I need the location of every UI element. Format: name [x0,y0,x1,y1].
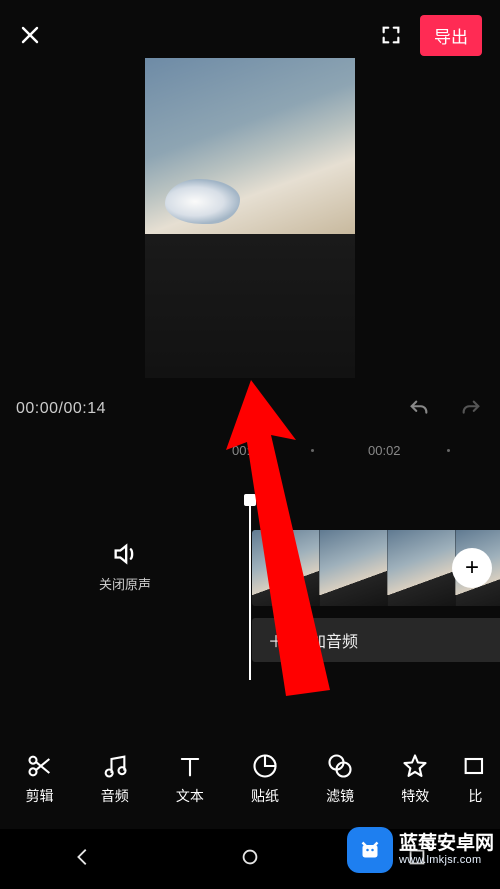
tool-effect[interactable]: 特效 [380,752,450,806]
preview-frame [145,58,355,234]
playhead[interactable] [249,500,251,680]
ratio-icon [461,752,489,780]
scissors-icon [26,752,54,780]
bottom-toolbar: 剪辑 音频 文本 贴纸 滤镜 特效 比 [0,739,500,819]
timeline[interactable]: 关闭原声 + ＋ 添加音频 [0,500,500,680]
ruler-dot [311,449,314,452]
mute-label: 关闭原声 [99,574,151,593]
home-icon[interactable] [239,846,261,873]
tool-label: 特效 [401,786,429,806]
tool-sticker[interactable]: 贴纸 [230,752,300,806]
tool-text[interactable]: 文本 [155,752,225,806]
tool-label: 滤镜 [326,786,354,806]
speaker-icon [111,540,139,568]
time-ruler[interactable]: 00:00 00:02 [0,435,500,465]
tool-filter[interactable]: 滤镜 [305,752,375,806]
undo-icon[interactable] [406,398,432,420]
tool-audio[interactable]: 音频 [80,752,150,806]
plus-icon: ＋ [268,628,284,652]
clip-thumb [388,530,456,606]
tool-label: 贴纸 [251,786,279,806]
transport-bar: 00:00/00:14 [0,385,500,433]
preview-frame-lower [145,234,355,378]
ruler-tick: 00:00 [232,443,265,458]
filter-icon [326,752,354,780]
play-button[interactable] [239,396,261,422]
plus-icon: + [465,554,479,582]
clip-thumb [252,530,320,606]
mute-original-audio[interactable]: 关闭原声 [0,540,250,593]
sticker-icon [251,752,279,780]
add-audio-track[interactable]: ＋ 添加音频 [252,618,500,662]
tool-label: 比 [468,786,482,806]
tool-edit[interactable]: 剪辑 [5,752,75,806]
tool-label: 剪辑 [26,786,54,806]
video-preview[interactable] [145,58,355,378]
close-icon[interactable] [18,23,42,47]
fullscreen-icon[interactable] [380,24,402,46]
clip-thumb [320,530,388,606]
back-icon[interactable] [72,846,94,873]
add-audio-label: 添加音频 [294,628,358,652]
star-icon [401,752,429,780]
tool-label: 文本 [176,786,204,806]
ruler-tick: 00:02 [368,443,401,458]
ruler-dot [447,449,450,452]
watermark-title: 蓝莓安卓网 [399,833,494,854]
text-icon [176,752,204,780]
time-display: 00:00/00:14 [16,400,106,418]
tool-label: 音频 [101,786,129,806]
music-note-icon [101,752,129,780]
tool-ratio[interactable]: 比 [455,752,495,806]
redo-icon[interactable] [458,398,484,420]
export-button[interactable]: 导出 [420,15,482,56]
watermark: 蓝莓安卓网 www.lmkjsr.com [347,827,494,873]
watermark-url: www.lmkjsr.com [399,854,494,866]
watermark-logo [347,827,393,873]
add-clip-button[interactable]: + [452,548,492,588]
